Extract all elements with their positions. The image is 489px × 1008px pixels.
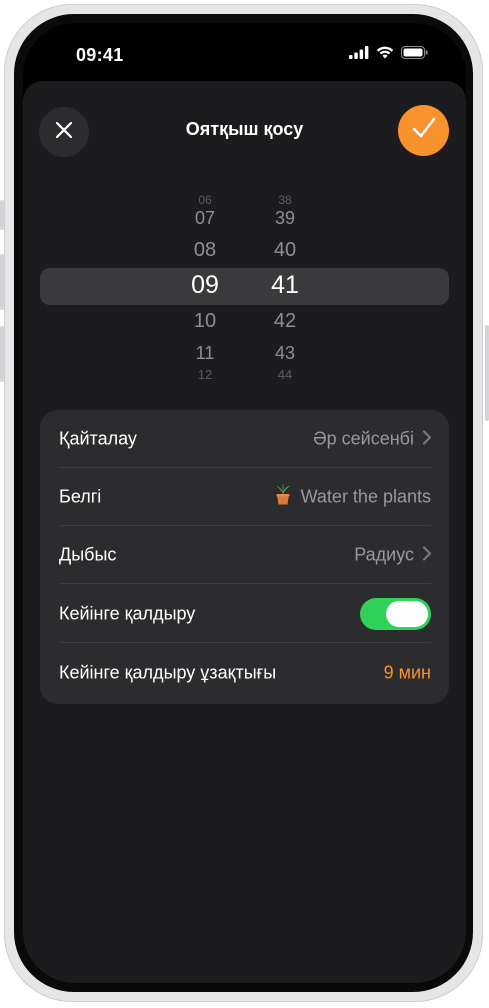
toggle-knob <box>386 601 428 627</box>
wifi-icon <box>376 46 394 64</box>
screen: 09:41 Оятқыш қосу 06 07 08 09 10 11 12 3… <box>23 23 466 983</box>
minute-option[interactable]: 40 <box>255 239 315 262</box>
side-button <box>0 200 4 230</box>
tag-row[interactable]: Белгі Water the plants <box>40 468 449 526</box>
volume-up-button <box>0 254 4 310</box>
sound-value-text: Радиус <box>354 544 414 565</box>
repeat-value-text: Әр сейсенбі <box>313 428 414 449</box>
volume-down-button <box>0 326 4 382</box>
sound-value: Радиус <box>354 545 431 566</box>
status-icons <box>349 46 428 64</box>
battery-icon <box>401 46 428 64</box>
chevron-right-icon <box>423 545 431 566</box>
tag-label: Белгі <box>59 486 102 507</box>
power-button <box>485 325 489 421</box>
picker-selection-highlight <box>40 268 449 305</box>
snooze-duration-row[interactable]: Кейінге қалдыру ұзақтығы 9 мин <box>40 644 449 702</box>
time-picker[interactable]: 06 07 08 09 10 11 12 38 39 40 41 42 43 4… <box>23 183 466 393</box>
hour-option-selected[interactable]: 09 <box>175 271 235 300</box>
minute-option-selected[interactable]: 41 <box>255 271 315 300</box>
potted-plant-icon <box>274 483 292 511</box>
row-divider <box>59 583 431 584</box>
status-time: 09:41 <box>76 45 124 65</box>
hour-option[interactable]: 11 <box>175 343 235 364</box>
minute-option[interactable]: 38 <box>255 193 315 207</box>
signal-icon <box>349 46 369 64</box>
snooze-toggle[interactable] <box>360 598 431 630</box>
minute-option[interactable]: 43 <box>255 343 315 364</box>
hour-option[interactable]: 07 <box>175 208 235 229</box>
hour-option[interactable]: 08 <box>175 239 235 262</box>
snooze-duration-value: 9 мин <box>383 662 431 683</box>
hour-option[interactable]: 06 <box>175 193 235 207</box>
repeat-value: Әр сейсенбі <box>313 429 431 450</box>
minute-option[interactable]: 39 <box>255 208 315 229</box>
minute-option[interactable]: 42 <box>255 310 315 333</box>
checkmark-icon <box>412 117 436 144</box>
hour-option[interactable]: 12 <box>175 367 235 382</box>
tag-value-text: Water the plants <box>300 486 431 507</box>
sound-label: Дыбыс <box>59 544 117 565</box>
status-bar: 09:41 <box>23 23 466 83</box>
minute-option[interactable]: 44 <box>255 367 315 382</box>
minute-wheel[interactable]: 38 39 40 41 42 43 44 <box>255 183 315 393</box>
settings-card: Қайталау Әр сейсенбі Белгі Water the pla… <box>40 410 449 704</box>
hour-option[interactable]: 10 <box>175 310 235 333</box>
repeat-row[interactable]: Қайталау Әр сейсенбі <box>40 410 449 468</box>
sound-row[interactable]: Дыбыс Радиус <box>40 526 449 584</box>
sheet-top <box>23 81 466 121</box>
snooze-row: Кейінге қалдыру <box>40 585 449 643</box>
hour-wheel[interactable]: 06 07 08 09 10 11 12 <box>175 183 235 393</box>
repeat-label: Қайталау <box>59 428 137 449</box>
snooze-label: Кейінге қалдыру <box>59 603 196 624</box>
chevron-right-icon <box>423 429 431 450</box>
done-button[interactable] <box>398 105 449 156</box>
row-divider <box>59 642 431 643</box>
tag-value: Water the plants <box>274 483 431 511</box>
snooze-duration-label: Кейінге қалдыру ұзақтығы <box>59 662 277 683</box>
